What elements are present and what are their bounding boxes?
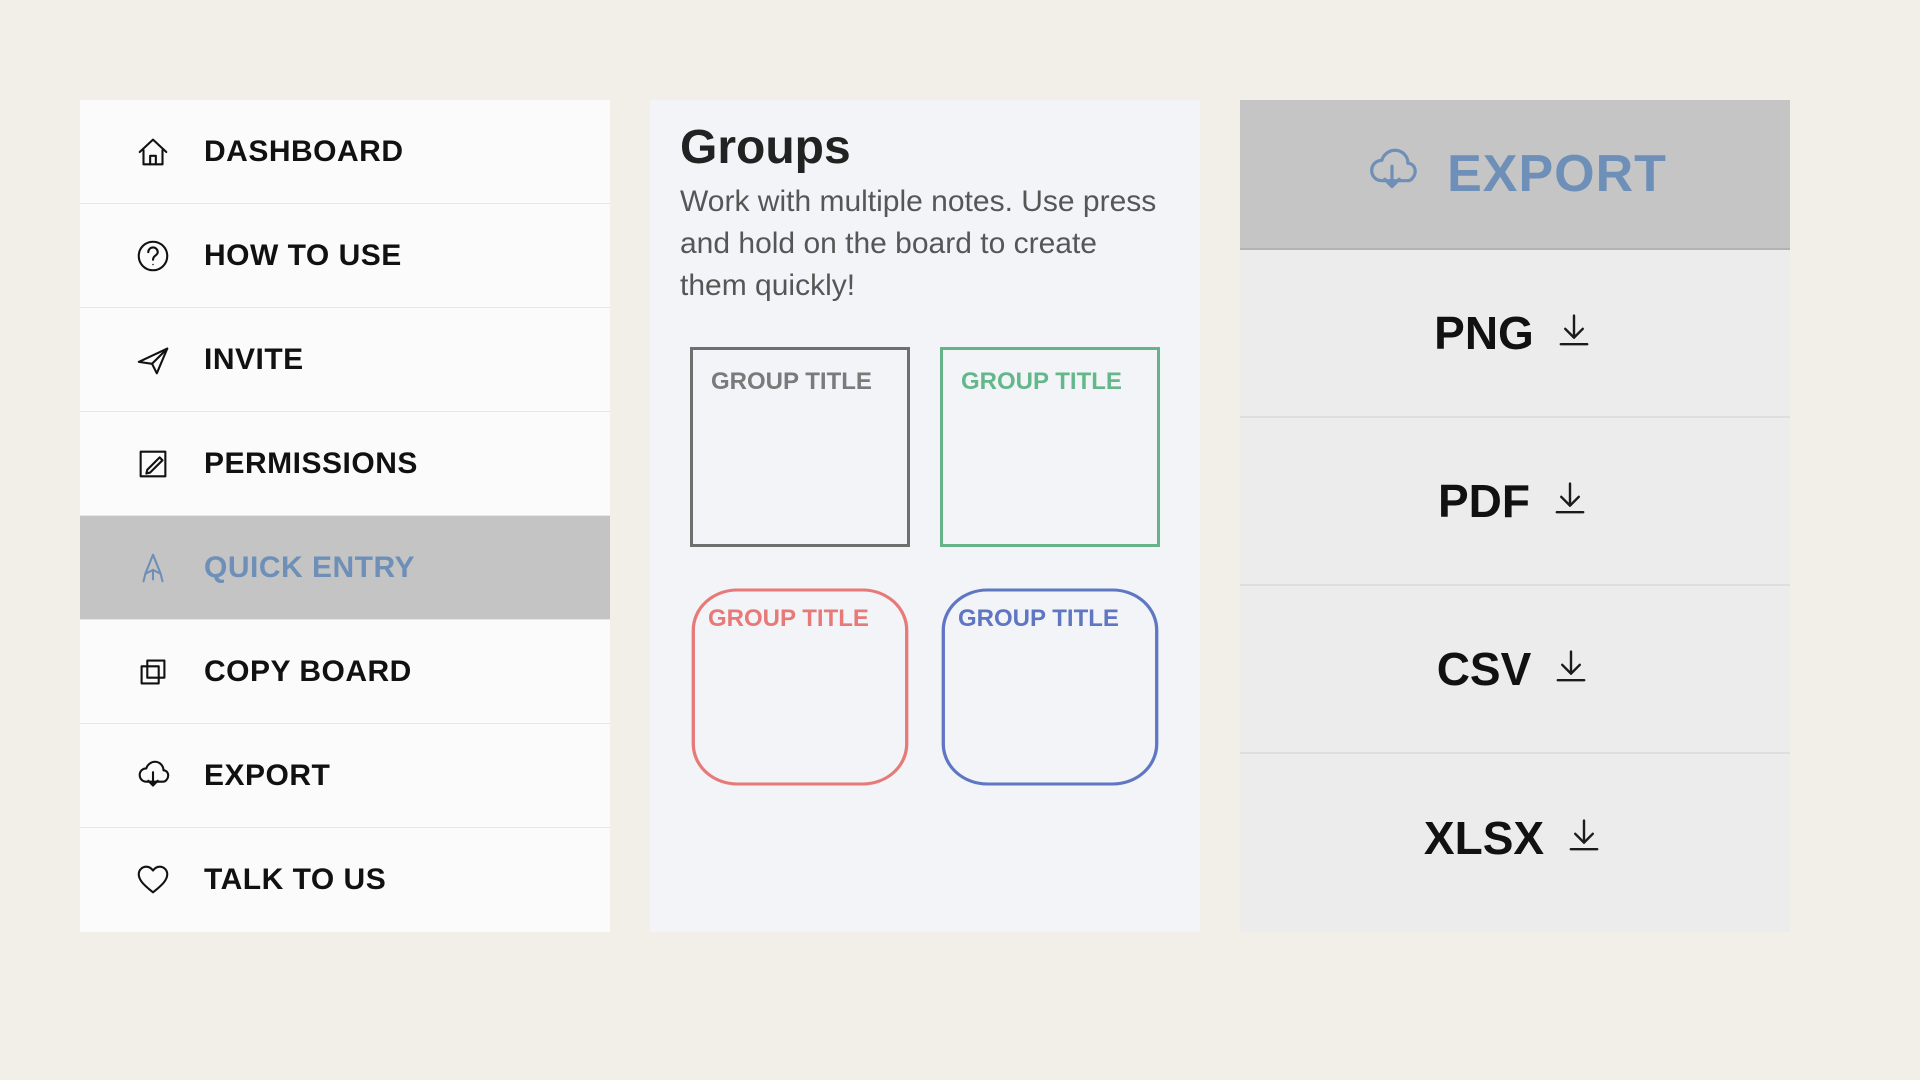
menu-item-dashboard[interactable]: DASHBOARD bbox=[80, 100, 610, 204]
menu-item-invite[interactable]: INVITE bbox=[80, 308, 610, 412]
groups-description: Work with multiple notes. Use press and … bbox=[680, 181, 1170, 307]
copy-icon bbox=[132, 651, 174, 693]
group-tile-label: GROUP TITLE bbox=[711, 368, 889, 397]
export-format-label: XLSX bbox=[1424, 811, 1544, 865]
groups-grid: GROUP TITLE GROUP TITLE GROUP TITLE GROU… bbox=[680, 347, 1170, 787]
export-title: EXPORT bbox=[1447, 144, 1667, 204]
export-format-label: PNG bbox=[1434, 306, 1534, 360]
group-tile-label: GROUP TITLE bbox=[961, 368, 1139, 397]
download-icon bbox=[1552, 309, 1596, 358]
cloud-download-icon bbox=[1363, 143, 1421, 206]
menu-item-export[interactable]: EXPORT bbox=[80, 724, 610, 828]
pencil-icon bbox=[132, 547, 174, 589]
menu-label: QUICK ENTRY bbox=[204, 551, 415, 585]
menu-label: DASHBOARD bbox=[204, 135, 404, 169]
menu-label: COPY BOARD bbox=[204, 655, 412, 689]
cloud-download-icon bbox=[132, 755, 174, 797]
menu-label: TALK TO US bbox=[204, 863, 386, 897]
group-tile-label: GROUP TITLE bbox=[708, 605, 892, 634]
download-icon bbox=[1562, 814, 1606, 863]
export-format-label: PDF bbox=[1438, 474, 1530, 528]
download-icon bbox=[1548, 477, 1592, 526]
export-panel: EXPORT PNG PDF CSV XLSX bbox=[1240, 100, 1790, 932]
menu-item-quick-entry[interactable]: QUICK ENTRY bbox=[80, 516, 610, 620]
groups-panel: Groups Work with multiple notes. Use pre… bbox=[650, 100, 1200, 932]
menu-label: PERMISSIONS bbox=[204, 447, 418, 481]
export-option-csv[interactable]: CSV bbox=[1240, 586, 1790, 754]
menu-item-talk-to-us[interactable]: TALK TO US bbox=[80, 828, 610, 932]
download-icon bbox=[1549, 645, 1593, 694]
group-tile-red[interactable]: GROUP TITLE bbox=[690, 587, 910, 787]
menu-label: HOW TO USE bbox=[204, 239, 402, 273]
home-icon bbox=[132, 131, 174, 173]
menu-label: EXPORT bbox=[204, 759, 330, 793]
groups-title: Groups bbox=[680, 120, 1170, 175]
export-option-xlsx[interactable]: XLSX bbox=[1240, 754, 1790, 922]
paper-plane-icon bbox=[132, 339, 174, 381]
main-menu: DASHBOARD HOW TO USE INVITE PERMISSIONS bbox=[80, 100, 610, 932]
heart-icon bbox=[132, 859, 174, 901]
help-icon bbox=[132, 235, 174, 277]
group-tile-green[interactable]: GROUP TITLE bbox=[940, 347, 1160, 547]
group-tile-label: GROUP TITLE bbox=[958, 605, 1142, 634]
menu-label: INVITE bbox=[204, 343, 304, 377]
menu-item-permissions[interactable]: PERMISSIONS bbox=[80, 412, 610, 516]
export-option-pdf[interactable]: PDF bbox=[1240, 418, 1790, 586]
menu-item-copy-board[interactable]: COPY BOARD bbox=[80, 620, 610, 724]
edit-icon bbox=[132, 443, 174, 485]
group-tile-grey[interactable]: GROUP TITLE bbox=[690, 347, 910, 547]
export-option-png[interactable]: PNG bbox=[1240, 250, 1790, 418]
export-header: EXPORT bbox=[1240, 100, 1790, 250]
menu-item-how-to-use[interactable]: HOW TO USE bbox=[80, 204, 610, 308]
export-format-label: CSV bbox=[1437, 642, 1532, 696]
group-tile-blue[interactable]: GROUP TITLE bbox=[940, 587, 1160, 787]
